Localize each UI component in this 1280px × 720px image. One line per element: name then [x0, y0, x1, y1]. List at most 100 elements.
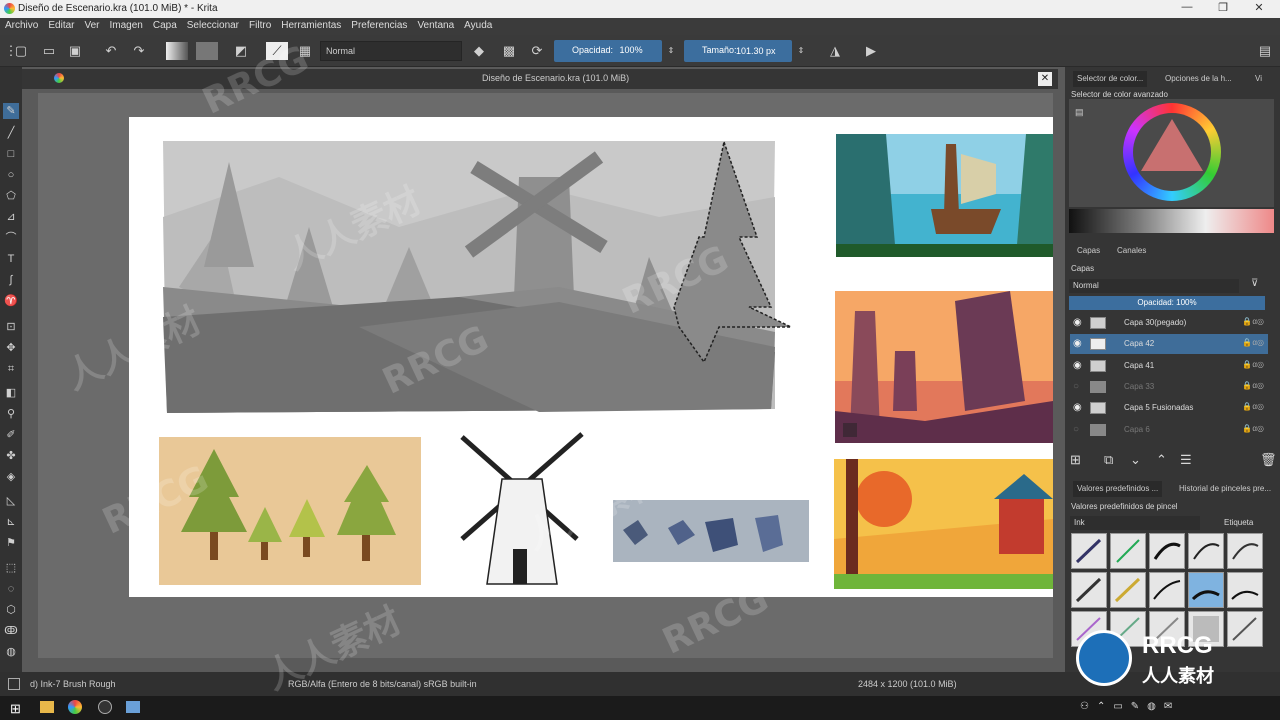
freehand-brush-icon[interactable]: ✎: [3, 103, 19, 119]
smart-patch-icon[interactable]: ✤: [3, 448, 19, 464]
visibility-eye-icon[interactable]: ◉: [1073, 338, 1085, 350]
save-icon[interactable]: ▣: [66, 42, 84, 60]
assistant-tool-icon[interactable]: ◺: [3, 493, 19, 509]
layer-lock-icon[interactable]: 🔒α◎: [1242, 317, 1264, 326]
brush-preset-selected[interactable]: [1188, 572, 1224, 608]
fill-tool-icon[interactable]: ◈: [3, 469, 19, 485]
value-gradient-strip[interactable]: [1069, 209, 1274, 233]
similar-select-icon[interactable]: ◍: [3, 644, 19, 660]
document-tab[interactable]: Diseño de Escenario.kra (101.0 MiB) ✕: [22, 69, 1058, 89]
visibility-hidden-icon[interactable]: ○: [1073, 424, 1085, 436]
text-tool-icon[interactable]: T: [3, 251, 19, 267]
rect-select-icon[interactable]: ⬚: [3, 560, 19, 576]
brush-tag-button[interactable]: Etiqueta: [1224, 518, 1253, 527]
layer-lock-icon[interactable]: 🔒α◎: [1242, 402, 1264, 411]
rectangle-tool-icon[interactable]: □: [3, 146, 19, 162]
layer-row[interactable]: ◉ Capa 5 Fusionadas 🔒α◎: [1070, 398, 1268, 418]
polygon-select-icon[interactable]: ⬡: [3, 602, 19, 618]
color-picker-icon[interactable]: ⚲: [3, 406, 19, 422]
brush-preset[interactable]: [1071, 572, 1107, 608]
fg-bg-color-icon[interactable]: ◩: [232, 42, 250, 60]
brush-preset[interactable]: [1227, 533, 1263, 569]
menu-ventana[interactable]: Ventana: [412, 18, 459, 33]
tab-layers[interactable]: Capas: [1073, 243, 1104, 259]
brush-tag-select[interactable]: Ink: [1070, 516, 1200, 530]
tab-color-selector[interactable]: Selector de color...: [1073, 71, 1148, 87]
mirror-horizontal-icon[interactable]: ◮: [826, 42, 844, 60]
obs-taskbar-icon[interactable]: [98, 700, 112, 714]
layer-row-hidden[interactable]: ○ Capa 33 🔒α◎: [1070, 377, 1268, 397]
file-explorer-icon[interactable]: [40, 701, 54, 713]
bezier-tool-icon[interactable]: ⌒: [3, 230, 19, 246]
tab-brush-history[interactable]: Historial de pinceles pre...: [1175, 481, 1275, 497]
reference-tool-icon[interactable]: ⚑: [3, 535, 19, 551]
visibility-eye-icon[interactable]: ◉: [1073, 317, 1085, 329]
alpha-lock-icon[interactable]: ▩: [500, 42, 518, 60]
polyline-tool-icon[interactable]: ⊿: [3, 209, 19, 225]
saturation-triangle[interactable]: [1133, 113, 1211, 191]
eraser-icon[interactable]: ◆: [470, 42, 488, 60]
redo-icon[interactable]: ↷: [130, 42, 148, 60]
layer-row-selected[interactable]: ◉ Capa 42 🔒α◎: [1070, 334, 1268, 354]
settings-icon[interactable]: ▤: [1075, 107, 1084, 118]
menu-ayuda[interactable]: Ayuda: [459, 18, 497, 33]
pattern-swatch-icon[interactable]: [196, 42, 218, 60]
ellipse-select-icon[interactable]: ◌: [3, 581, 19, 597]
tab-view[interactable]: Vi: [1251, 71, 1266, 87]
polygon-tool-icon[interactable]: ⬠: [3, 188, 19, 204]
workspace-icon[interactable]: ▤: [1256, 42, 1274, 60]
minimize-button[interactable]: —: [1172, 1, 1202, 17]
tab-channels[interactable]: Canales: [1113, 243, 1150, 259]
krita-taskbar-icon[interactable]: [68, 700, 82, 714]
undo-icon[interactable]: ↶: [102, 42, 120, 60]
menu-herramientas[interactable]: Herramientas: [276, 18, 346, 33]
layer-row[interactable]: ◉ Capa 41 🔒α◎: [1070, 356, 1268, 376]
layer-lock-icon[interactable]: 🔒α◎: [1242, 338, 1264, 347]
add-layer-icon[interactable]: ⊞: [1070, 452, 1081, 468]
new-document-icon[interactable]: ▢: [12, 42, 30, 60]
app-taskbar-icon[interactable]: [126, 701, 140, 713]
brush-preset[interactable]: [1071, 533, 1107, 569]
layer-lock-icon[interactable]: 🔒α◎: [1242, 424, 1264, 433]
visibility-hidden-icon[interactable]: ○: [1073, 381, 1085, 393]
advanced-color-selector[interactable]: ▤: [1069, 99, 1274, 207]
layers-opacity-slider[interactable]: Opacidad: 100%: [1069, 296, 1265, 310]
brush-preset[interactable]: [1149, 533, 1185, 569]
visibility-eye-icon[interactable]: ◉: [1073, 360, 1085, 372]
delete-layer-icon[interactable]: 🗑: [1260, 452, 1277, 468]
close-document-icon[interactable]: ✕: [1038, 72, 1052, 86]
crop-tool-icon[interactable]: ⌗: [3, 361, 19, 377]
tab-brush-presets[interactable]: Valores predefinidos ...: [1073, 481, 1163, 497]
menu-filtro[interactable]: Filtro: [244, 18, 276, 33]
close-button[interactable]: ✕: [1244, 1, 1274, 17]
canvas-paper[interactable]: [129, 117, 1053, 597]
menu-ver[interactable]: Ver: [79, 18, 104, 33]
menu-imagen[interactable]: Imagen: [105, 18, 148, 33]
transform-tool-icon[interactable]: ⊡: [3, 319, 19, 335]
layers-blend-select[interactable]: Normal: [1069, 279, 1239, 293]
measure-tool-icon[interactable]: ⊾: [3, 514, 19, 530]
brush-presets-icon[interactable]: ▦: [296, 42, 314, 60]
windows-start-icon[interactable]: ⊞: [10, 701, 21, 717]
colorize-mask-icon[interactable]: ✐: [3, 427, 19, 443]
gradient-swatch-icon[interactable]: [166, 42, 188, 60]
open-folder-icon[interactable]: ▭: [40, 42, 58, 60]
menu-seleccionar[interactable]: Seleccionar: [182, 18, 244, 33]
opacity-spin-icon[interactable]: ⇕: [662, 42, 680, 60]
brush-preset[interactable]: [1188, 533, 1224, 569]
menu-archivo[interactable]: Archivo: [0, 18, 43, 33]
brush-editor-icon[interactable]: ⟋: [266, 42, 288, 60]
menu-editar[interactable]: Editar: [43, 18, 79, 33]
brush-preset[interactable]: [1110, 533, 1146, 569]
opacity-slider[interactable]: Opacidad: 100%: [554, 40, 662, 62]
line-tool-icon[interactable]: ╱: [3, 125, 19, 141]
freehand-path-icon[interactable]: ∫: [3, 272, 19, 288]
freehand-select-icon[interactable]: ↂ: [3, 623, 19, 639]
system-tray-icons[interactable]: ⚇⌃▭✎◍✉: [1080, 701, 1180, 712]
tab-tool-options[interactable]: Opciones de la h...: [1161, 71, 1236, 87]
brush-preset[interactable]: [1149, 572, 1185, 608]
dynamic-brush-icon[interactable]: ♈: [3, 293, 19, 309]
layer-lock-icon[interactable]: 🔒α◎: [1242, 360, 1264, 369]
layer-row[interactable]: ◉ Capa 30(pegado) 🔒α◎: [1070, 313, 1268, 333]
duplicate-layer-icon[interactable]: ⧉: [1104, 452, 1113, 468]
